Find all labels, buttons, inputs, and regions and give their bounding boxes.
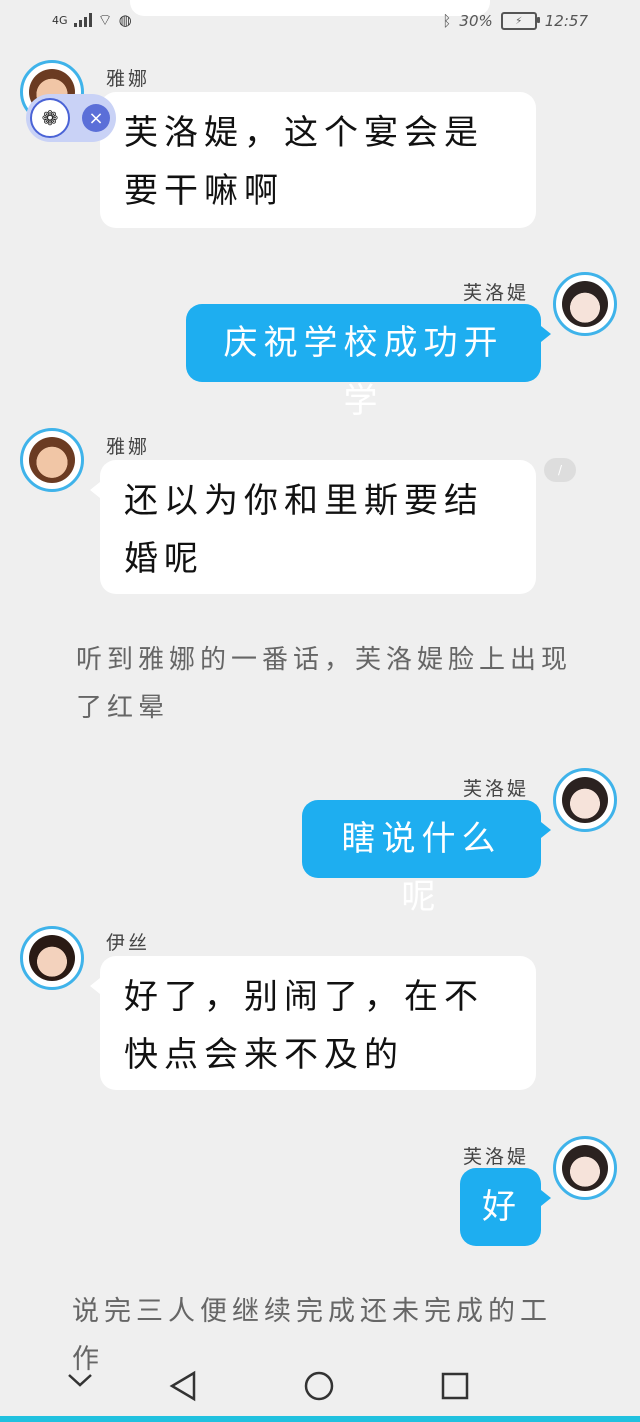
recents-icon[interactable] (440, 1371, 470, 1405)
message-bubble: 好了，别闹了，在不快点会来不及的 (90, 956, 536, 1090)
avatar-yana[interactable] (20, 428, 84, 492)
paw-icon[interactable]: ❁ (30, 98, 70, 138)
status-right: ᛒ 30% ⚡ 12:57 (442, 12, 588, 30)
bluetooth-icon: ᛒ (442, 12, 452, 30)
message-text: 好 (482, 1187, 522, 1227)
notification-pill (130, 0, 490, 16)
message-bubble: 芙洛媞，这个宴会是要干嘛啊 (90, 92, 536, 228)
avatar-fuluoti[interactable] (553, 768, 617, 832)
bottom-accent-line (0, 1416, 640, 1422)
battery-percent: 30% (459, 12, 493, 30)
wifi-icon: ⌔ (97, 10, 113, 29)
message-text: 庆祝学校成功开学 (223, 323, 504, 421)
network-label: 4G (52, 13, 68, 27)
message-bubble: 庆祝学校成功开学 (186, 304, 551, 421)
chevron-down-icon[interactable] (66, 1370, 94, 1394)
home-icon[interactable] (303, 1370, 335, 1406)
status-left: 4G ⌔ ◍ (52, 10, 132, 30)
speaker-name: 雅娜 (106, 436, 151, 458)
message-text: 瞎说什么呢 (341, 819, 502, 917)
status-time: 12:57 (544, 12, 588, 30)
back-icon[interactable] (168, 1370, 198, 1406)
speaker-name: 芙洛媞 (463, 1146, 530, 1168)
avatar-fuluoti[interactable] (553, 1136, 617, 1200)
vpn-icon: ◍ (118, 11, 132, 29)
message-bubble: 瞎说什么呢 (302, 800, 551, 917)
read-indicator: / (544, 458, 576, 482)
narration-text: 听到雅娜的一番话，芙洛媞脸上出现了红晕 (76, 645, 573, 723)
message-bubble: 好 (460, 1168, 551, 1246)
speaker-name: 雅娜 (106, 68, 151, 90)
floating-widget[interactable]: ❁ × (26, 94, 116, 142)
speaker-name: 芙洛媞 (463, 778, 530, 800)
message-text: 好了，别闹了，在不快点会来不及的 (124, 977, 484, 1075)
speaker-name: 芙洛媞 (463, 282, 530, 304)
message-text: 芙洛媞，这个宴会是要干嘛啊 (124, 113, 484, 211)
signal-icon (73, 13, 92, 27)
avatar-yisi[interactable] (20, 926, 84, 990)
avatar-fuluoti[interactable] (553, 272, 617, 336)
navigation-bar (0, 1352, 640, 1422)
message-bubble: 还以为你和里斯要结婚呢 (90, 460, 536, 594)
close-icon[interactable]: × (82, 104, 110, 132)
speaker-name: 伊丝 (106, 932, 151, 954)
message-text: 还以为你和里斯要结婚呢 (124, 481, 484, 579)
battery-icon: ⚡ (500, 12, 540, 30)
status-bar: 4G ⌔ ◍ ᛒ 30% ⚡ 12:57 (0, 0, 640, 46)
